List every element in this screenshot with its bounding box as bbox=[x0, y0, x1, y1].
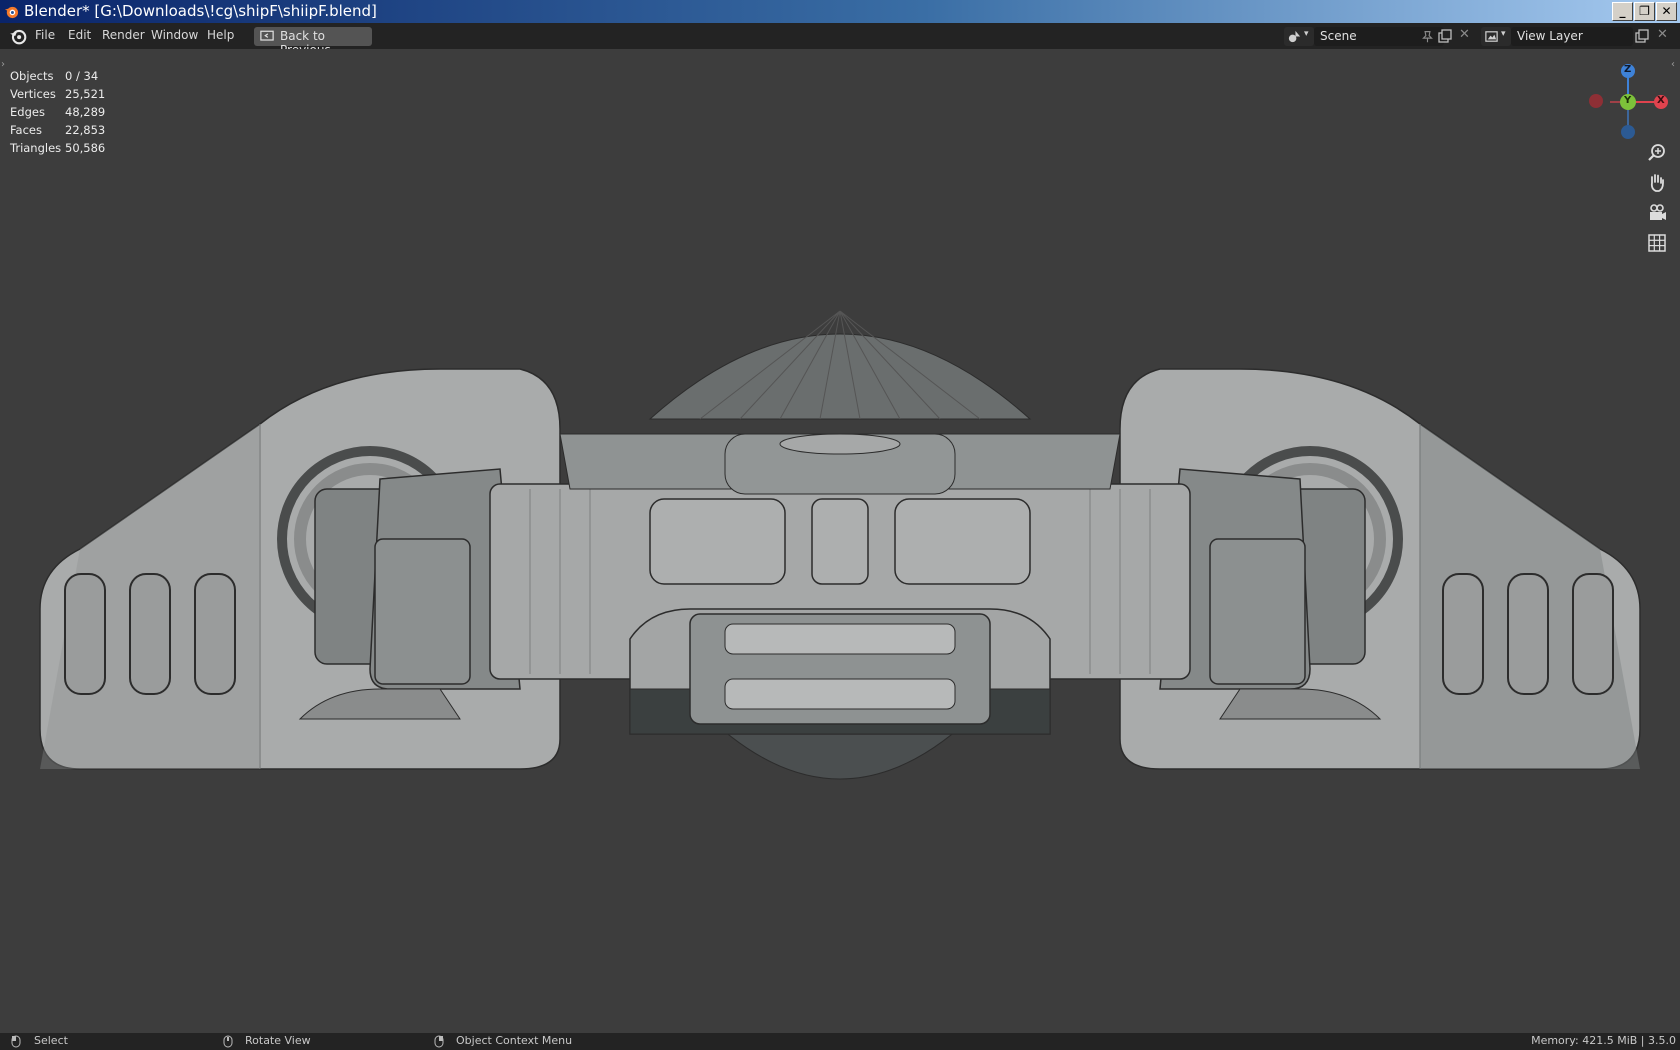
blender-logo-icon bbox=[4, 6, 19, 19]
scene-browse-button[interactable]: ▾ bbox=[1284, 27, 1314, 46]
camera-view-button[interactable] bbox=[1645, 201, 1669, 225]
menu-file[interactable]: File bbox=[35, 28, 55, 42]
axis-z-label: Z bbox=[1624, 64, 1632, 75]
3d-viewport[interactable]: Objects 0 / 34 Vertices 25,521 Edges 48,289… bbox=[0, 49, 1680, 1033]
back-to-previous-button[interactable]: Back to Previous bbox=[254, 27, 372, 57]
scene-icon bbox=[1288, 30, 1301, 43]
stat-edges: Edges 48,289 bbox=[10, 105, 106, 119]
pin-icon[interactable] bbox=[1421, 30, 1434, 43]
view-layer-browse-button[interactable]: ▾ bbox=[1481, 27, 1511, 46]
menu-window[interactable]: Window bbox=[151, 28, 198, 42]
axis-neg-x-handle[interactable] bbox=[1589, 94, 1603, 108]
stat-faces: Faces 22,853 bbox=[10, 123, 106, 137]
mouse-middle-icon bbox=[223, 1035, 233, 1048]
stat-objects: Objects 0 / 34 bbox=[10, 69, 99, 83]
top-menubar: File Edit Render Window Help ▾ Scene ✕ ▾… bbox=[0, 23, 1680, 49]
status-memory: Memory: 421.5 MiB | 3.5.0 bbox=[1531, 1034, 1676, 1047]
toolbar-expand-arrow[interactable]: › bbox=[1, 59, 5, 70]
stat-vertices: Vertices 25,521 bbox=[10, 87, 106, 101]
zoom-icon bbox=[1648, 144, 1665, 161]
close-icon[interactable]: ✕ bbox=[1459, 27, 1470, 42]
status-context-menu: Object Context Menu bbox=[456, 1034, 573, 1047]
viewport-statistics: Objects 0 / 34 Vertices 25,521 Edges 48,289… bbox=[10, 69, 130, 159]
camera-icon bbox=[1650, 204, 1666, 220]
mouse-left-icon bbox=[11, 1035, 21, 1048]
maximize-button[interactable]: ❐ bbox=[1634, 2, 1655, 21]
ship-model bbox=[39, 310, 1641, 780]
minimize-button[interactable]: _ bbox=[1612, 2, 1633, 21]
window-title: Blender* [G:\Downloads\!cg\shipF\shiipF.… bbox=[24, 2, 377, 20]
view-layer-icon bbox=[1485, 31, 1498, 42]
menu-edit[interactable]: Edit bbox=[68, 28, 91, 42]
status-select: Select bbox=[34, 1034, 68, 1047]
screen-back-icon bbox=[260, 30, 274, 41]
axis-y-label: Y bbox=[1624, 95, 1632, 106]
stat-triangles: Triangles 50,586 bbox=[10, 141, 106, 155]
menu-render[interactable]: Render bbox=[102, 28, 145, 42]
navigation-gizmo[interactable] bbox=[1610, 57, 1676, 143]
zoom-button[interactable] bbox=[1645, 141, 1669, 165]
chevron-down-icon: ▾ bbox=[1304, 29, 1309, 39]
sidebar-expand-arrow[interactable]: ‹ bbox=[1671, 59, 1675, 70]
axis-neg-z-handle[interactable] bbox=[1621, 125, 1635, 139]
blender-logo-icon[interactable] bbox=[9, 27, 27, 45]
pan-button[interactable] bbox=[1645, 171, 1669, 195]
scene-name-field[interactable]: Scene bbox=[1314, 27, 1444, 46]
duplicate-icon[interactable] bbox=[1437, 28, 1453, 44]
chevron-down-icon: ▾ bbox=[1501, 29, 1506, 39]
status-rotate-view: Rotate View bbox=[245, 1034, 311, 1047]
axis-x-label: X bbox=[1657, 95, 1665, 106]
hand-pan-icon bbox=[1650, 174, 1664, 192]
close-window-button[interactable]: ✕ bbox=[1656, 2, 1677, 21]
menu-help[interactable]: Help bbox=[207, 28, 234, 42]
grid-icon bbox=[1648, 234, 1666, 252]
view-layer-name-field[interactable]: View Layer bbox=[1511, 27, 1633, 46]
window-titlebar: Blender* [G:\Downloads\!cg\shipF\shiipF.… bbox=[0, 0, 1680, 23]
close-icon[interactable]: ✕ bbox=[1657, 27, 1668, 42]
mouse-right-icon bbox=[434, 1035, 444, 1048]
duplicate-icon[interactable] bbox=[1634, 28, 1650, 44]
toggle-perspective-button[interactable] bbox=[1645, 231, 1669, 255]
status-bar: Select Rotate View Object Context Menu M… bbox=[0, 1033, 1680, 1050]
